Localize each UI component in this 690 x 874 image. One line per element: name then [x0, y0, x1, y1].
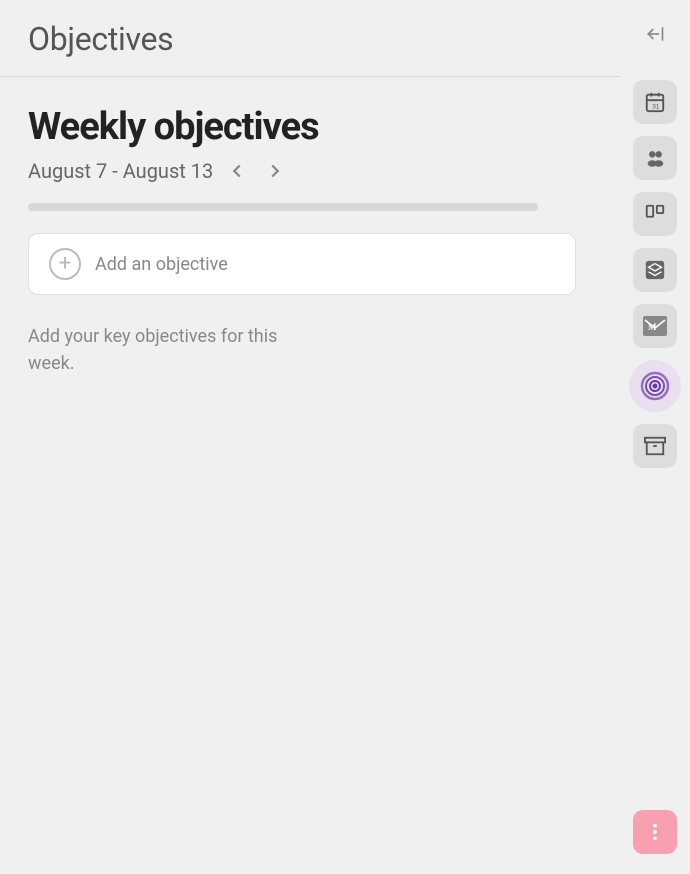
- svg-text:31: 31: [652, 103, 660, 110]
- progress-bar-container: [28, 203, 538, 211]
- content-area: Weekly objectives August 7 - August 13 +…: [0, 77, 620, 874]
- add-objective-button[interactable]: + Add an objective: [28, 233, 576, 295]
- sidebar-collapse-button[interactable]: [637, 16, 673, 52]
- gmail-icon-button[interactable]: M: [633, 304, 677, 348]
- sidebar: 31 M: [620, 0, 690, 874]
- week-date-range: August 7 - August 13: [28, 159, 213, 183]
- more-icon-button[interactable]: [633, 810, 677, 854]
- main-panel: Objectives Weekly objectives August 7 - …: [0, 0, 620, 874]
- prev-week-button[interactable]: [223, 157, 251, 185]
- calendar-icon-button[interactable]: 31: [633, 80, 677, 124]
- week-navigation: August 7 - August 13: [28, 157, 592, 185]
- archive-icon-button[interactable]: [633, 424, 677, 468]
- page-title: Objectives: [28, 20, 592, 58]
- empty-state-text: Add your key objectives for this week.: [28, 323, 308, 377]
- weekly-objectives-title: Weekly objectives: [28, 105, 592, 149]
- objectives-icon-button[interactable]: [629, 360, 681, 412]
- add-objective-label: Add an objective: [95, 254, 228, 275]
- layers-icon-button[interactable]: [633, 248, 677, 292]
- svg-text:M: M: [648, 322, 657, 332]
- board-icon-button[interactable]: [633, 192, 677, 236]
- next-week-button[interactable]: [261, 157, 289, 185]
- header: Objectives: [0, 0, 620, 77]
- people-icon-button[interactable]: [633, 136, 677, 180]
- plus-icon: +: [49, 248, 81, 280]
